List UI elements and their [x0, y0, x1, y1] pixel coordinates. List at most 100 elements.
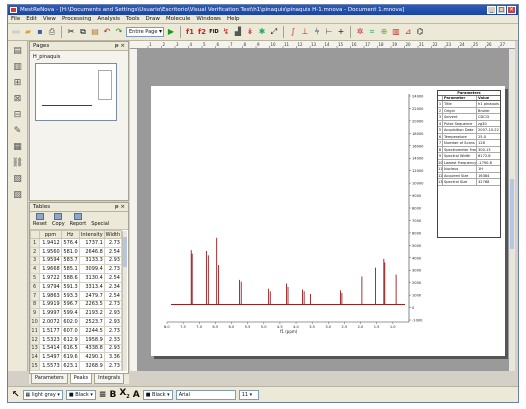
new-document-icon[interactable]: ▭ [11, 27, 21, 38]
document-page[interactable]: 24000 22000 20000 18000 16000 14000 12000 10000… [151, 86, 505, 356]
molecule-icon[interactable]: ⌬ [415, 27, 425, 38]
save-icon[interactable]: ▪ [35, 27, 45, 38]
pointer-icon[interactable]: ↖ [12, 390, 20, 400]
baseline-icon[interactable]: ▟ [233, 27, 243, 38]
crosshair-icon[interactable]: + [336, 27, 346, 38]
undo-icon[interactable]: ↶ [102, 27, 112, 38]
col-header-intensity[interactable]: Intensity [78, 230, 105, 239]
layout-tool-icon[interactable]: ▥ [11, 61, 25, 73]
line-style-icon[interactable]: ≡ [99, 390, 107, 400]
grid-tool-icon[interactable]: ⊞ [11, 77, 25, 89]
fid-icon[interactable]: FID [209, 27, 219, 38]
integrate-icon[interactable]: ∫ [288, 27, 298, 38]
subscript-icon[interactable]: X2 [119, 388, 129, 402]
draw-tool-icon[interactable]: ✎ [11, 125, 25, 137]
scrollbar-thumb[interactable] [510, 179, 514, 249]
y-tick-label: 2000 [412, 281, 422, 285]
close-button[interactable]: × [507, 6, 516, 14]
table-row[interactable]: 10 2.0072 602.0 2523.7 2.93 [29, 317, 123, 327]
table-row[interactable]: 2 1.9560 581.0 2646.8 2.54 [29, 246, 123, 257]
multiplet-icon[interactable]: ✱ [257, 27, 267, 38]
tab-parameters[interactable]: Parameters [31, 374, 68, 384]
col-header-ppm[interactable]: ppm [39, 230, 62, 239]
open-folder-icon[interactable]: ▰ [23, 27, 33, 38]
tables-scrollbar[interactable] [122, 231, 127, 371]
report-button[interactable]: Report [70, 213, 86, 228]
font-select[interactable]: Arial [175, 390, 236, 400]
table-row[interactable]: 8 1.9919 596.7 2263.5 2.73 [29, 299, 123, 310]
canvas-scrollbar[interactable] [509, 49, 515, 371]
col-header-width[interactable]: Width [103, 230, 123, 239]
phase-icon[interactable]: ↯ [221, 27, 231, 38]
table-row[interactable]: 13 1.5414 616.5 4338.8 2.93 [29, 343, 123, 354]
table-row[interactable]: 12 1.5323 612.9 1958.9 2.33 [29, 334, 123, 345]
verify-icon[interactable]: ⊕ [379, 27, 389, 38]
panel-pin-icon[interactable]: ᵽ × [115, 42, 125, 51]
menu-analysis[interactable]: Analysis [97, 16, 120, 22]
table-row[interactable]: 9 1.9997 599.4 2193.2 2.93 [29, 308, 123, 319]
text-color-icon[interactable]: A [133, 390, 140, 400]
table-row[interactable]: 14 1.5497 619.6 4290.1 3.36 [29, 352, 123, 363]
redo-icon[interactable]: ↷ [114, 27, 124, 38]
maximize-button[interactable]: □ [497, 6, 506, 14]
menu-tools[interactable]: Tools [126, 16, 140, 22]
multiplet-analysis-icon[interactable]: ⫩ [312, 27, 322, 38]
cut-icon[interactable]: ✂ [66, 27, 76, 38]
f1-axis-icon[interactable]: f1 [185, 27, 195, 38]
line-color-select[interactable]: ■ Black ▾ [65, 390, 96, 400]
peak-icon[interactable]: ⊥ [300, 27, 310, 38]
minimize-button[interactable]: _ [487, 6, 496, 14]
tab-peaks[interactable]: Peaks [69, 374, 93, 384]
document-canvas[interactable]: 1 2 3 4 5 6 7 8 9 10 11 12 13 14 15 16 17 18 19 20 21 22 23 24 2… [130, 41, 515, 371]
menu-help[interactable]: Help [227, 16, 240, 22]
table-row[interactable]: 5 1.9722 588.6 3130.4 2.54 [29, 273, 123, 283]
menu-processing[interactable]: Processing [62, 16, 91, 22]
table-row[interactable]: 4 1.9668 585.1 3099.4 2.73 [29, 264, 123, 275]
tab-integrals[interactable]: Integrals [94, 374, 125, 384]
page-view-select[interactable]: Entire Page [126, 27, 164, 37]
peak-pick-icon[interactable]: ↡ [245, 27, 255, 38]
ruler-tool-icon[interactable]: ▨ [11, 189, 25, 201]
menu-windows[interactable]: Windows [196, 16, 221, 22]
menu-draw[interactable]: Draw [146, 16, 160, 22]
table-row[interactable]: 7 1.9863 593.3 2479.7 2.54 [29, 290, 123, 301]
page-thumbnail[interactable] [35, 63, 117, 121]
close-panel-icon[interactable]: ⊠ [11, 93, 25, 105]
panel-pin-icon[interactable]: ᵽ × [115, 203, 125, 212]
menu-file[interactable]: File [11, 16, 20, 22]
link-tool-icon[interactable]: ⛓ [11, 157, 25, 169]
zoom-icon[interactable]: ⤢ [269, 27, 279, 38]
special-button[interactable]: Special [91, 213, 109, 228]
copy-icon[interactable]: ⧉ [78, 27, 88, 38]
page-item-label[interactable]: H_pinaquis [33, 54, 125, 60]
reset-button[interactable]: Reset [33, 213, 47, 228]
reference-icon[interactable]: ⊢ [324, 27, 334, 38]
stack-icon[interactable]: ▥ [391, 27, 401, 38]
text-color-select[interactable]: ■ Black ▾ [142, 390, 173, 400]
table-row[interactable]: 6 1.9794 591.3 3313.4 2.34 [29, 281, 123, 292]
scrollbar-thumb[interactable] [123, 237, 127, 267]
align-tool-icon[interactable]: ▧ [11, 173, 25, 185]
table-row[interactable]: 11 1.5177 607.0 2244.5 2.73 [29, 325, 123, 336]
table-tool-icon[interactable]: ▦ [11, 141, 25, 153]
f2-axis-icon[interactable]: f2 [197, 27, 207, 38]
menu-edit[interactable]: Edit [26, 16, 37, 22]
table-row[interactable]: 15 1.5573 623.1 3268.9 2.73 [29, 361, 123, 371]
col-header-hz[interactable]: Hz [60, 230, 80, 239]
table-row[interactable]: 1 1.9412 576.4 1737.1 2.73 [29, 238, 123, 248]
select-tool-icon[interactable]: ▤ [11, 45, 25, 57]
bold-icon[interactable]: B [109, 390, 116, 400]
table-row[interactable]: 3 1.9594 583.7 3133.3 2.93 [29, 255, 123, 266]
print-icon[interactable]: ⎙ [47, 27, 57, 38]
fill-color-select[interactable]: ▦ light gray ▾ [22, 390, 63, 400]
menu-view[interactable]: View [43, 16, 56, 22]
paste-icon[interactable]: ▤ [90, 27, 100, 38]
font-size-select[interactable]: 11 ▾ [238, 390, 259, 400]
predict-icon[interactable]: ✲ [355, 27, 365, 38]
play-icon[interactable]: ▶ [166, 27, 176, 38]
copy-button[interactable]: Copy [52, 213, 65, 228]
assign-icon[interactable]: ⌗ [367, 27, 377, 38]
menu-molecule[interactable]: Molecule [166, 16, 190, 22]
trace-tool-icon[interactable]: ⊟ [11, 109, 25, 121]
report-icon[interactable]: ⊿ [403, 27, 413, 38]
